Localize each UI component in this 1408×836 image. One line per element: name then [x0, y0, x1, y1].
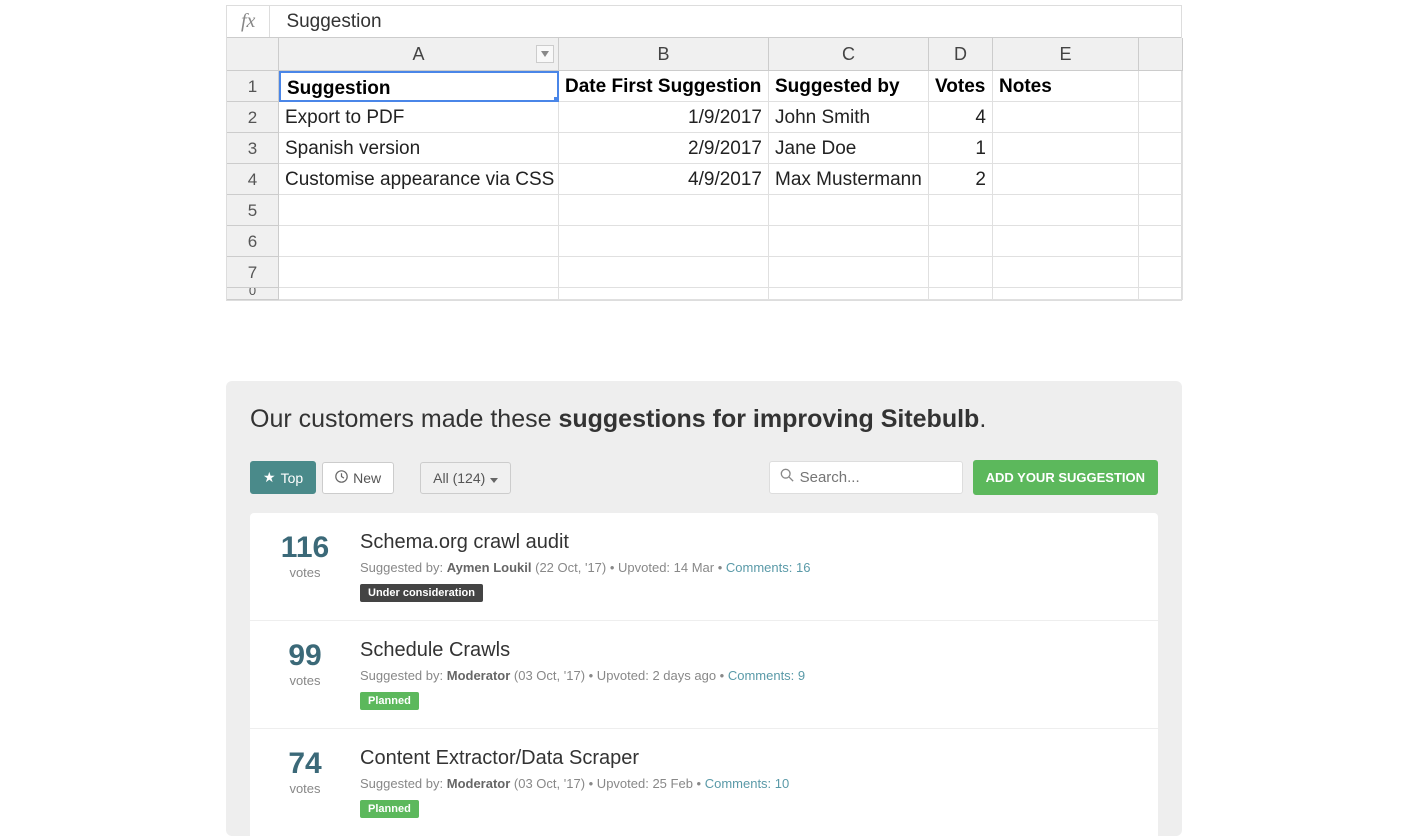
- spreadsheet: fx Suggestion A B C D E 1 Suggestion Dat…: [226, 5, 1182, 301]
- cell-b4[interactable]: 4/9/2017: [559, 164, 769, 195]
- suggestion-card[interactable]: 116 votes Schema.org crawl audit Suggest…: [250, 513, 1158, 621]
- cell-a6[interactable]: [279, 226, 559, 257]
- cell-d2[interactable]: 4: [929, 102, 993, 133]
- clock-icon: [335, 470, 348, 486]
- add-suggestion-button[interactable]: ADD YOUR SUGGESTION: [973, 460, 1158, 495]
- panel-heading: Our customers made these suggestions for…: [250, 405, 1158, 434]
- suggestion-meta: Suggested by: Moderator (03 Oct, '17) • …: [360, 668, 1138, 683]
- comments-link[interactable]: Comments: 16: [726, 560, 811, 575]
- suggestions-panel: Our customers made these suggestions for…: [226, 381, 1182, 836]
- search-input[interactable]: [800, 469, 952, 486]
- cell-a1[interactable]: Suggestion: [279, 71, 559, 102]
- suggestion-card[interactable]: 74 votes Content Extractor/Data Scraper …: [250, 729, 1158, 836]
- row-header-6[interactable]: 6: [227, 226, 279, 257]
- col-header-e[interactable]: E: [993, 38, 1139, 71]
- cell-d4[interactable]: 2: [929, 164, 993, 195]
- cell-a4[interactable]: Customise appearance via CSS: [279, 164, 559, 195]
- status-badge: Under consideration: [360, 584, 483, 602]
- toolbar: ★ Top New All (124) ADD YOUR SUGGESTION: [250, 460, 1158, 495]
- cell-a2[interactable]: Export to PDF: [279, 102, 559, 133]
- col-header-a[interactable]: A: [279, 38, 559, 71]
- cell-d3[interactable]: 1: [929, 133, 993, 164]
- row-header-2[interactable]: 2: [227, 102, 279, 133]
- sort-new-button[interactable]: New: [322, 462, 394, 494]
- row-header-3[interactable]: 3: [227, 133, 279, 164]
- suggestion-list: 116 votes Schema.org crawl audit Suggest…: [250, 513, 1158, 836]
- comments-link[interactable]: Comments: 9: [728, 668, 805, 683]
- col-header-c[interactable]: C: [769, 38, 929, 71]
- cell-b1[interactable]: Date First Suggestion: [559, 71, 769, 102]
- suggestion-title[interactable]: Schedule Crawls: [360, 639, 1138, 662]
- cell-c2[interactable]: John Smith: [769, 102, 929, 133]
- cell-b2[interactable]: 1/9/2017: [559, 102, 769, 133]
- cell-e2[interactable]: [993, 102, 1139, 133]
- cell-c4[interactable]: Max Mustermann: [769, 164, 929, 195]
- sort-top-button[interactable]: ★ Top: [250, 461, 316, 494]
- caret-down-icon: [490, 470, 498, 486]
- cell-b3[interactable]: 2/9/2017: [559, 133, 769, 164]
- column-filter-dropdown[interactable]: [536, 45, 554, 63]
- col-header-extra[interactable]: [1139, 38, 1183, 71]
- cell-a7[interactable]: [279, 257, 559, 288]
- cell-f3[interactable]: [1139, 133, 1183, 164]
- search-icon: [780, 468, 800, 487]
- row-header-7[interactable]: 7: [227, 257, 279, 288]
- formula-value[interactable]: Suggestion: [270, 11, 397, 33]
- cell-f1[interactable]: [1139, 71, 1183, 102]
- vote-count[interactable]: 74 votes: [250, 747, 360, 818]
- cell-c1[interactable]: Suggested by: [769, 71, 929, 102]
- suggestion-title[interactable]: Schema.org crawl audit: [360, 531, 1138, 554]
- vote-count[interactable]: 116 votes: [250, 531, 360, 602]
- cell-e1[interactable]: Notes: [993, 71, 1139, 102]
- cell-d1[interactable]: Votes: [929, 71, 993, 102]
- col-header-d[interactable]: D: [929, 38, 993, 71]
- search-box[interactable]: [769, 461, 963, 494]
- row-header-8[interactable]: 0: [227, 288, 279, 300]
- col-header-b[interactable]: B: [559, 38, 769, 71]
- row-header-5[interactable]: 5: [227, 195, 279, 226]
- cell-e3[interactable]: [993, 133, 1139, 164]
- cell-a5[interactable]: [279, 195, 559, 226]
- cell-e4[interactable]: [993, 164, 1139, 195]
- sheet-grid: A B C D E 1 Suggestion Date First Sugges…: [227, 38, 1181, 300]
- status-badge: Planned: [360, 692, 419, 710]
- fx-icon: fx: [227, 6, 270, 37]
- suggestion-title[interactable]: Content Extractor/Data Scraper: [360, 747, 1138, 770]
- vote-count[interactable]: 99 votes: [250, 639, 360, 710]
- comments-link[interactable]: Comments: 10: [705, 776, 790, 791]
- cell-f4[interactable]: [1139, 164, 1183, 195]
- suggestion-meta: Suggested by: Moderator (03 Oct, '17) • …: [360, 776, 1138, 791]
- row-header-1[interactable]: 1: [227, 71, 279, 102]
- select-all-corner[interactable]: [227, 38, 279, 71]
- suggestion-meta: Suggested by: Aymen Loukil (22 Oct, '17)…: [360, 560, 1138, 575]
- row-header-4[interactable]: 4: [227, 164, 279, 195]
- star-icon: ★: [263, 469, 276, 486]
- filter-dropdown[interactable]: All (124): [420, 462, 511, 494]
- cell-f2[interactable]: [1139, 102, 1183, 133]
- cell-c3[interactable]: Jane Doe: [769, 133, 929, 164]
- cell-a3[interactable]: Spanish version: [279, 133, 559, 164]
- status-badge: Planned: [360, 800, 419, 818]
- suggestion-card[interactable]: 99 votes Schedule Crawls Suggested by: M…: [250, 621, 1158, 729]
- formula-bar: fx Suggestion: [227, 6, 1181, 38]
